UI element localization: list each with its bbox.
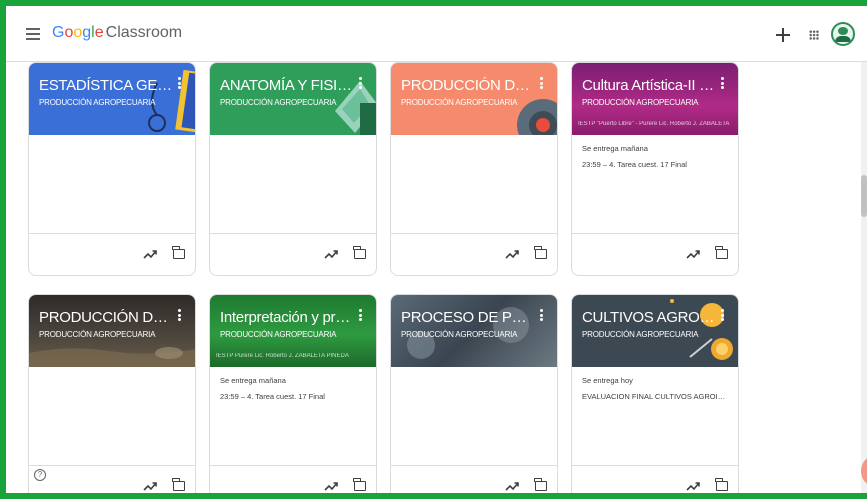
trending-up-icon[interactable]	[324, 248, 338, 260]
trending-up-icon[interactable]	[686, 248, 700, 260]
due-assignment[interactable]: EVALUACION FINAL CULTIVOS AGROINDUS...	[582, 392, 728, 401]
class-card[interactable]: ESTADÍSTICA GENER... PRODUCCIÓN AGROPECU…	[28, 62, 196, 276]
more-options-icon[interactable]	[540, 77, 543, 89]
folder-icon[interactable]	[715, 246, 728, 259]
trending-up-icon[interactable]	[143, 480, 157, 492]
card-body: Se entrega mañana 23:59 – 4. Tarea cuest…	[210, 367, 376, 465]
card-body	[210, 135, 376, 233]
card-banner[interactable]: PRODUCCIÓN DE AV... PRODUCCIÓN AGROPECUA…	[29, 295, 195, 367]
more-options-icon[interactable]	[178, 309, 181, 321]
more-options-icon[interactable]	[721, 77, 724, 89]
card-body	[391, 367, 557, 465]
trending-up-icon[interactable]	[505, 480, 519, 492]
folder-icon[interactable]	[534, 246, 547, 259]
card-body	[391, 135, 557, 233]
class-card[interactable]: PROCESO DE PROD... PRODUCCIÓN AGROPECUAR…	[390, 294, 558, 493]
more-options-icon[interactable]	[721, 309, 724, 321]
plus-icon[interactable]	[776, 28, 790, 42]
class-title[interactable]: ESTADÍSTICA GENER...	[39, 77, 174, 94]
class-card[interactable]: CULTIVOS AGROIND... PRODUCCIÓN AGROPECUA…	[571, 294, 739, 493]
class-card[interactable]: PRODUCCIÓN DE AV... PRODUCCIÓN AGROPECUA…	[28, 294, 196, 493]
class-section: PRODUCCIÓN AGROPECUARIA	[401, 330, 518, 339]
more-options-icon[interactable]	[359, 77, 362, 89]
card-banner[interactable]: Cultura Artística-II Se... PRODUCCIÓN AG…	[572, 63, 738, 135]
trending-up-icon[interactable]	[324, 480, 338, 492]
card-footer	[391, 233, 557, 275]
banner-caption: IESTP Purere Lic. Roberto J. ZABALETA PI…	[216, 353, 349, 359]
card-banner[interactable]: Interpretación y prod... PRODUCCIÓN AGRO…	[210, 295, 376, 367]
card-body: Se entrega mañana 23:59 – 4. Tarea cuest…	[572, 135, 738, 233]
card-banner[interactable]: PRODUCCIÓN DE C... PRODUCCIÓN AGROPECUAR…	[391, 63, 557, 135]
class-section: PRODUCCIÓN AGROPECUARIA	[220, 98, 337, 107]
folder-icon[interactable]	[172, 246, 185, 259]
class-section: PRODUCCIÓN AGROPECUARIA	[39, 98, 156, 107]
account-avatar[interactable]	[831, 22, 855, 46]
card-body	[29, 135, 195, 233]
google-classroom-logo[interactable]: Google Classroom	[52, 24, 182, 42]
more-options-icon[interactable]	[359, 309, 362, 321]
class-section: PRODUCCIÓN AGROPECUARIA	[220, 330, 337, 339]
window-frame: GoogleClassroom ESTADÍSTICA GENER... PRO…	[0, 0, 867, 499]
class-card[interactable]: Cultura Artística-II Se... PRODUCCIÓN AG…	[571, 62, 739, 276]
card-footer	[572, 233, 738, 275]
card-footer	[210, 233, 376, 275]
class-card[interactable]: Interpretación y prod... PRODUCCIÓN AGRO…	[209, 294, 377, 493]
card-body	[29, 367, 195, 465]
class-section: PRODUCCIÓN AGROPECUARIA	[39, 330, 156, 339]
menu-icon[interactable]	[26, 28, 40, 40]
class-title[interactable]: Interpretación y prod...	[220, 309, 355, 326]
due-label: Se entrega mañana	[220, 376, 286, 385]
card-footer	[391, 465, 557, 493]
vertical-scrollbar[interactable]	[861, 62, 867, 493]
card-footer	[210, 465, 376, 493]
class-title[interactable]: PRODUCCIÓN DE C...	[401, 77, 536, 94]
card-footer	[29, 233, 195, 275]
class-title[interactable]: CULTIVOS AGROIND...	[582, 309, 717, 326]
help-icon[interactable]: ?	[34, 469, 46, 481]
card-banner[interactable]: CULTIVOS AGROIND... PRODUCCIÓN AGROPECUA…	[572, 295, 738, 367]
class-section: PRODUCCIÓN AGROPECUARIA	[582, 98, 699, 107]
more-options-icon[interactable]	[178, 77, 181, 89]
class-title[interactable]: Cultura Artística-II Se...	[582, 77, 717, 94]
card-banner[interactable]: PROCESO DE PROD... PRODUCCIÓN AGROPECUAR…	[391, 295, 557, 367]
card-banner[interactable]: ESTADÍSTICA GENER... PRODUCCIÓN AGROPECU…	[29, 63, 195, 135]
trending-up-icon[interactable]	[686, 480, 700, 492]
folder-icon[interactable]	[715, 478, 728, 491]
folder-icon[interactable]	[534, 478, 547, 491]
card-footer	[572, 465, 738, 493]
class-title[interactable]: ANATOMÍA Y FISIOL...	[220, 77, 355, 94]
scrollbar-thumb[interactable]	[861, 175, 867, 217]
card-body: Se entrega hoy EVALUACION FINAL CULTIVOS…	[572, 367, 738, 465]
more-options-icon[interactable]	[540, 309, 543, 321]
class-section: PRODUCCIÓN AGROPECUARIA	[401, 98, 518, 107]
class-section: PRODUCCIÓN AGROPECUARIA	[582, 330, 699, 339]
due-label: Se entrega hoy	[582, 376, 633, 385]
class-title[interactable]: PRODUCCIÓN DE AV...	[39, 309, 174, 326]
class-card[interactable]: PRODUCCIÓN DE C... PRODUCCIÓN AGROPECUAR…	[390, 62, 558, 276]
trending-up-icon[interactable]	[143, 248, 157, 260]
class-card[interactable]: ANATOMÍA Y FISIOL... PRODUCCIÓN AGROPECU…	[209, 62, 377, 276]
card-footer	[29, 465, 195, 493]
class-title[interactable]: PROCESO DE PROD...	[401, 309, 536, 326]
scroll-down-arrow-icon[interactable]	[861, 492, 867, 493]
apps-grid-icon[interactable]	[809, 30, 819, 40]
due-assignment[interactable]: 23:59 – 4. Tarea cuest. 17 Final	[220, 392, 366, 401]
card-banner[interactable]: ANATOMÍA Y FISIOL... PRODUCCIÓN AGROPECU…	[210, 63, 376, 135]
folder-icon[interactable]	[353, 478, 366, 491]
banner-caption: IESTP "Puerto Libre" - Purere Lic. Rober…	[578, 121, 730, 127]
top-app-bar: Google Classroom	[6, 6, 867, 62]
due-assignment[interactable]: 23:59 – 4. Tarea cuest. 17 Final	[582, 160, 728, 169]
folder-icon[interactable]	[353, 246, 366, 259]
folder-icon[interactable]	[172, 478, 185, 491]
trending-up-icon[interactable]	[505, 248, 519, 260]
due-label: Se entrega mañana	[582, 144, 648, 153]
